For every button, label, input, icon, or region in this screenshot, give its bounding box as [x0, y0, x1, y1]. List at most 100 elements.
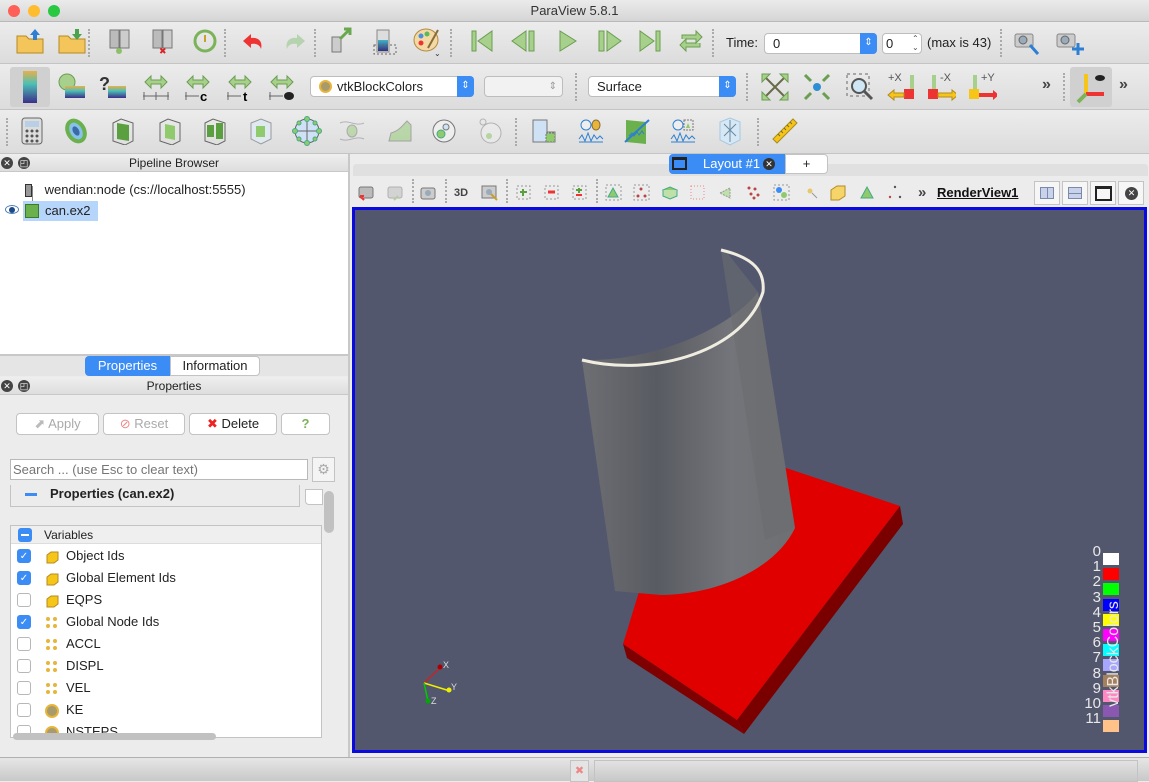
capture-screenshot-icon[interactable] [417, 183, 439, 203]
more-view-tools[interactable]: » [918, 184, 926, 201]
plot-over-line-icon[interactable] [621, 116, 651, 146]
play-icon[interactable] [552, 26, 582, 56]
visibility-eye-icon[interactable] [5, 205, 19, 214]
last-frame-icon[interactable] [635, 26, 665, 56]
variable-checkbox[interactable] [17, 659, 31, 673]
horizontal-scrollbar[interactable] [13, 733, 216, 740]
time-combo[interactable]: 0 ⇕ [764, 33, 877, 54]
grow-selection-icon[interactable] [827, 183, 849, 203]
variable-row[interactable]: DISPL [11, 655, 319, 677]
variable-row[interactable]: ✓ Global Element Ids [11, 567, 319, 589]
view-minus-x-icon[interactable]: -X [926, 72, 956, 102]
close-window-button[interactable] [8, 5, 20, 17]
plot-selection-over-time-icon[interactable] [668, 116, 698, 146]
previous-frame-icon[interactable] [509, 26, 539, 56]
tab-properties[interactable]: Properties [85, 356, 170, 376]
float-panel-icon[interactable]: ◰ [18, 380, 30, 392]
advanced-settings-gear-icon[interactable]: ⚙ [312, 457, 335, 482]
open-file-icon[interactable] [15, 26, 45, 56]
representation-select[interactable]: Surface ⇕ [588, 76, 736, 97]
timestep-spinbox[interactable]: 0 ⌃ ⌄ [882, 33, 922, 54]
properties-scrollbar[interactable] [324, 491, 334, 533]
select-cells-frustum-icon[interactable] [659, 183, 681, 203]
variable-checkbox[interactable]: ✓ [17, 615, 31, 629]
variable-checkbox[interactable] [17, 593, 31, 607]
apply-button[interactable]: ⬈ Apply [16, 413, 99, 435]
select-vertices-icon[interactable] [884, 183, 906, 203]
reset-camera-icon[interactable] [760, 72, 790, 102]
find-data-icon[interactable] [1012, 28, 1042, 58]
pipeline-item-can-ex2[interactable]: can.ex2 [23, 201, 98, 221]
properties-section-header[interactable]: Properties (can.ex2) [10, 485, 300, 507]
contour-icon[interactable] [61, 116, 91, 146]
calculator-icon[interactable] [17, 116, 47, 146]
glyph-icon[interactable] [292, 116, 322, 146]
loop-icon[interactable] [676, 26, 706, 56]
maximize-view-button[interactable] [1090, 181, 1116, 205]
hover-cells-icon[interactable] [801, 183, 823, 203]
output-messages-button[interactable]: ✖ [570, 760, 589, 782]
threshold-icon[interactable] [200, 116, 230, 146]
first-frame-icon[interactable] [467, 26, 497, 56]
properties-search-input[interactable] [10, 459, 308, 480]
variable-checkbox[interactable] [17, 681, 31, 695]
select-cells-on-icon[interactable] [603, 183, 625, 203]
reset-session-icon[interactable] [190, 26, 220, 56]
undo-icon[interactable] [238, 26, 268, 56]
rescale-visible-range-icon[interactable] [267, 72, 297, 102]
zoom-to-data-icon[interactable] [802, 72, 832, 102]
reset-color-range-icon[interactable]: ? [98, 72, 128, 102]
view-name-label[interactable]: RenderView1 [937, 185, 1018, 200]
group-datasets-icon[interactable] [429, 116, 459, 146]
camera-redo-icon[interactable] [384, 183, 406, 203]
ruler-icon[interactable] [770, 116, 800, 146]
slice-icon[interactable] [155, 116, 185, 146]
extract-level-icon[interactable] [475, 116, 505, 146]
variable-checkbox[interactable] [17, 637, 31, 651]
select-points-frustum-icon[interactable] [687, 183, 709, 203]
select-cells-subtract-icon[interactable] [541, 183, 563, 203]
orientation-axes-toggle-icon[interactable] [1070, 67, 1112, 107]
close-panel-icon[interactable]: ✕ [1, 157, 13, 169]
view-plus-y-icon[interactable]: +Y [967, 72, 997, 102]
camera-undo-icon[interactable] [355, 183, 377, 203]
interactive-select-points-icon[interactable] [743, 183, 765, 203]
zoom-to-box-icon[interactable] [845, 72, 875, 102]
disconnect-icon[interactable]: ✖ [148, 26, 178, 56]
variable-row[interactable]: EQPS [11, 589, 319, 611]
add-camera-icon[interactable] [1054, 28, 1084, 58]
help-button[interactable]: ? [281, 413, 330, 435]
close-view-button[interactable]: ✕ [1118, 181, 1144, 205]
select-points-on-icon[interactable] [631, 183, 653, 203]
variable-row[interactable]: VEL [11, 677, 319, 699]
connect-icon[interactable] [105, 26, 135, 56]
variable-row[interactable]: ACCL [11, 633, 319, 655]
slice-plane-icon[interactable] [715, 116, 745, 146]
tab-information[interactable]: Information [170, 356, 260, 376]
save-data-icon[interactable] [57, 26, 87, 56]
color-palette-icon[interactable]: ⌄ [412, 26, 442, 56]
save-state-icon[interactable] [327, 26, 357, 56]
section-docs-icon[interactable] [305, 489, 323, 505]
variable-row[interactable]: ✓ Global Node Ids [11, 611, 319, 633]
plot-over-time-icon[interactable] [576, 116, 606, 146]
delete-button[interactable]: ✖ Delete [189, 413, 277, 435]
add-layout-button[interactable]: + [785, 154, 828, 174]
more-toolbar-buttons[interactable]: » [1119, 76, 1128, 94]
rescale-over-time-icon[interactable]: t [225, 72, 255, 102]
maximize-window-button[interactable] [48, 5, 60, 17]
hover-points-icon[interactable] [771, 183, 793, 203]
tab-layout-1[interactable]: Layout #1 ✕ [669, 154, 785, 174]
float-panel-icon[interactable]: ◰ [18, 157, 30, 169]
toggle-3d-button[interactable]: 3D [450, 183, 472, 203]
rescale-data-range-icon[interactable] [141, 72, 171, 102]
warp-by-vector-icon[interactable] [384, 116, 414, 146]
edit-color-map-icon[interactable] [57, 72, 87, 102]
variables-header[interactable]: Variables [11, 526, 321, 544]
reset-button[interactable]: ⊘ Reset [103, 413, 185, 435]
variable-row[interactable]: ✓ Object Ids [11, 545, 319, 567]
extract-selection-icon[interactable] [529, 116, 559, 146]
color-map-editor-icon[interactable] [370, 26, 400, 56]
close-panel-icon[interactable]: ✕ [1, 380, 13, 392]
view-plus-x-icon[interactable]: +X [886, 72, 916, 102]
